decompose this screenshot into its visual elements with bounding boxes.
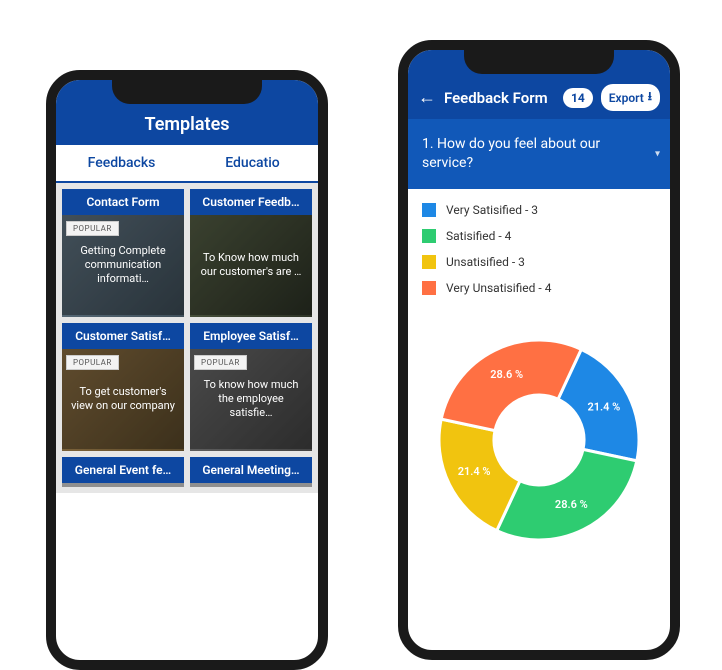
card-body: To Know how much our customer's are …: [190, 215, 312, 315]
legend-item: Very Satisified - 3: [422, 203, 656, 217]
popular-badge: POPULAR: [66, 355, 119, 370]
card-title: Employee Satisf…: [190, 323, 312, 349]
template-card[interactable]: General Event fe…: [62, 457, 184, 487]
slice-label: 21.4 %: [587, 400, 620, 413]
legend-item: Satisified - 4: [422, 229, 656, 243]
card-title: Customer Feedb…: [190, 189, 312, 215]
phone-templates: Templates Feedbacks Educatio Contact For…: [46, 70, 328, 670]
phone-feedback: ← Feedback Form 14 Export ⭳ 1. How do yo…: [398, 40, 680, 660]
legend-label: Very Satisified - 3: [446, 203, 538, 217]
legend-label: Satisified - 4: [446, 229, 511, 243]
question-text: 1. How do you feel about our service?: [422, 136, 600, 171]
notch: [464, 48, 614, 74]
card-title: General Meeting…: [190, 457, 312, 483]
export-button[interactable]: Export ⭳: [601, 84, 660, 111]
chevron-down-icon: ▾: [655, 147, 660, 161]
template-grid: Contact Form POPULAR Getting Complete co…: [56, 183, 318, 493]
legend-swatch: [422, 255, 436, 269]
card-desc: To know how much the employee satisfie…: [196, 378, 306, 419]
template-card[interactable]: Contact Form POPULAR Getting Complete co…: [62, 189, 184, 317]
legend-label: Unsatisified - 3: [446, 255, 525, 269]
notch: [112, 78, 262, 104]
donut-slice: [441, 340, 581, 431]
page-title: Feedback Form: [444, 89, 555, 107]
export-label: Export: [609, 91, 644, 105]
template-card[interactable]: Employee Satisf… POPULAR To know how muc…: [190, 323, 312, 451]
card-title: Contact Form: [62, 189, 184, 215]
legend-swatch: [422, 229, 436, 243]
legend-label: Very Unsatisified - 4: [446, 281, 551, 295]
response-count[interactable]: 14: [563, 88, 593, 108]
tabs: Feedbacks Educatio: [56, 145, 318, 183]
slice-label: 21.4 %: [458, 465, 491, 478]
title-text: Templates: [144, 114, 229, 135]
donut-svg: 21.4 % 28.6 % 21.4 % 28.6 %: [424, 325, 654, 555]
template-card[interactable]: Customer Feedb… To Know how much our cus…: [190, 189, 312, 317]
donut-chart: 21.4 % 28.6 % 21.4 % 28.6 %: [408, 321, 670, 575]
legend-swatch: [422, 203, 436, 217]
slice-label: 28.6 %: [555, 498, 588, 511]
card-title: Customer Satisf…: [62, 323, 184, 349]
card-desc: To Know how much our customer's are …: [196, 251, 306, 279]
template-card[interactable]: General Meeting…: [190, 457, 312, 487]
legend-item: Very Unsatisified - 4: [422, 281, 656, 295]
card-desc: Getting Complete communication informati…: [68, 244, 178, 285]
popular-badge: POPULAR: [194, 355, 247, 370]
question-header[interactable]: 1. How do you feel about our service? ▾: [408, 119, 670, 189]
tab-education[interactable]: Educatio: [187, 145, 318, 181]
slice-label: 28.6 %: [490, 368, 523, 381]
download-icon: ⭳: [648, 87, 652, 108]
donut-slice: [497, 449, 637, 540]
template-card[interactable]: Customer Satisf… POPULAR To get customer…: [62, 323, 184, 451]
legend-swatch: [422, 281, 436, 295]
popular-badge: POPULAR: [66, 221, 119, 236]
legend: Very Satisified - 3 Satisified - 4 Unsat…: [408, 189, 670, 321]
card-title: General Event fe…: [62, 457, 184, 483]
back-icon[interactable]: ←: [418, 89, 436, 107]
tab-feedbacks[interactable]: Feedbacks: [56, 145, 187, 181]
card-desc: To get customer's view on our company: [68, 385, 178, 413]
legend-item: Unsatisified - 3: [422, 255, 656, 269]
